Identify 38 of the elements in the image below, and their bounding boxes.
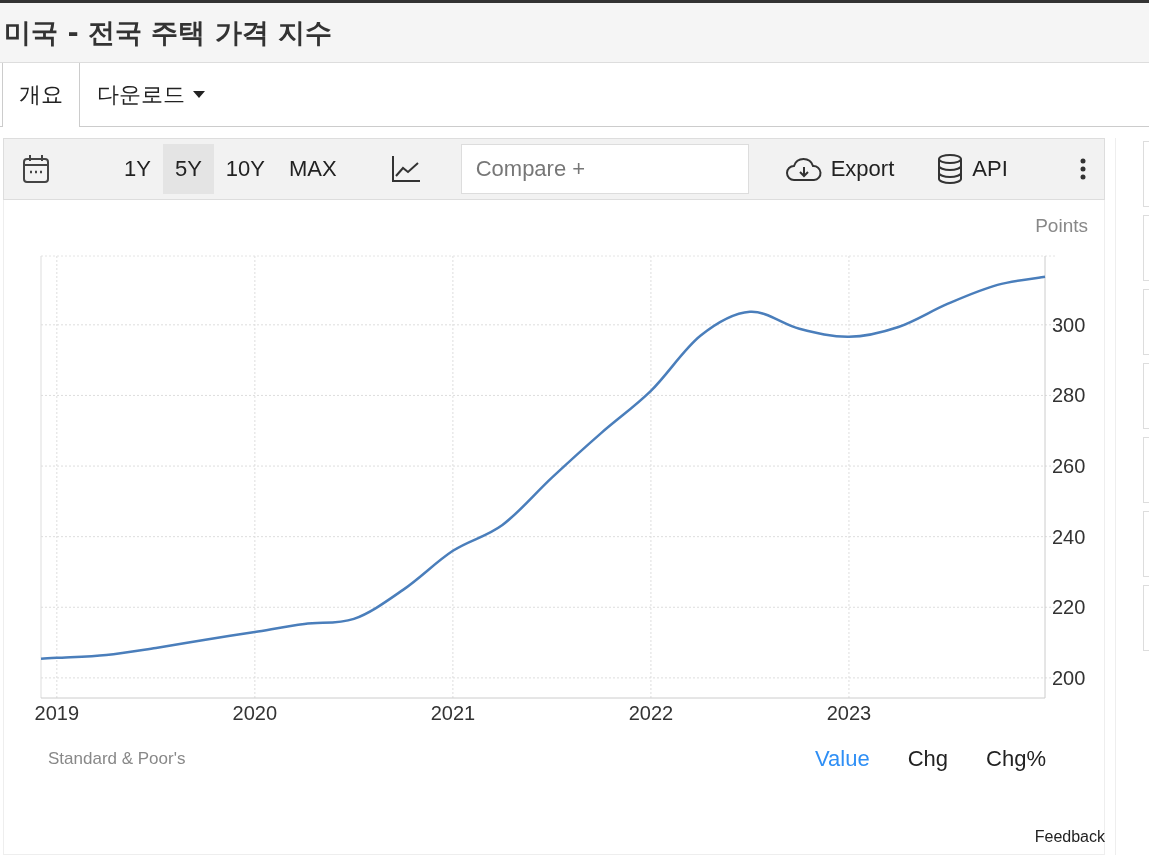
calendar-icon [22,154,50,184]
source-label: Standard & Poor's [48,749,187,769]
side-card [1143,511,1149,577]
line-chart-icon [390,155,421,183]
side-card [1143,215,1149,281]
tab[interactable]: 개요 [2,63,80,127]
y-tick-label: 260 [1052,455,1086,478]
compare-field[interactable]: Compare + [460,144,749,194]
range-button[interactable]: 1Y [112,144,163,194]
api-button[interactable]: API [932,149,1012,189]
range-button[interactable]: 10Y [213,144,277,194]
caret-icon [193,91,205,98]
side-card [1143,437,1149,503]
x-tick-label: 2020 [232,702,278,724]
side-card [1143,289,1149,355]
database-icon [936,153,965,185]
side-card [1143,363,1149,429]
x-tick-label: 2022 [628,702,674,724]
export-button[interactable]: Export [780,152,899,186]
unit-label: Points [1035,215,1088,236]
x-tick-label: 2021 [430,702,476,724]
y-tick-label: 240 [1052,525,1086,548]
cloud-download-icon [784,156,823,182]
more-icon [1080,158,1086,180]
view-toggle[interactable]: Chg% [986,746,1046,772]
y-tick-label: 300 [1052,313,1086,336]
y-tick-label: 200 [1052,666,1086,689]
range-button[interactable]: 5Y [162,144,214,194]
page-title: 미국 - 전국 주택 가격 지수 [4,15,333,50]
side-card [1143,141,1149,207]
feedback-link[interactable]: Feedback [1034,828,1105,846]
side-card [1143,585,1149,651]
view-toggle[interactable]: Chg [907,746,949,772]
x-tick-label: 2019 [34,702,80,724]
y-tick-label: 280 [1052,384,1086,407]
y-tick-label: 220 [1052,596,1086,619]
range-button[interactable]: MAX [277,144,349,194]
x-tick-label: 2023 [826,702,872,724]
